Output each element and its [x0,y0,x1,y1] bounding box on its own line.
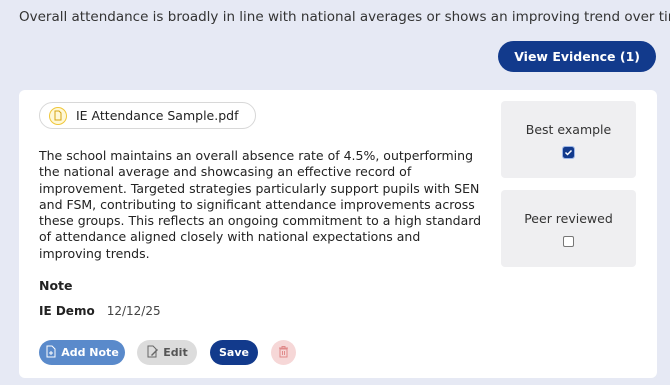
add-note-icon [45,345,57,361]
criterion-text: Overall attendance is broadly in line wi… [19,9,670,25]
evidence-card: IE Attendance Sample.pdf The school main… [19,90,657,378]
edit-label: Edit [163,346,188,359]
edit-button[interactable]: Edit [137,340,197,365]
best-example-checkbox[interactable] [562,146,575,159]
save-button[interactable]: Save [210,340,258,365]
peer-reviewed-panel: Peer reviewed [501,190,636,267]
document-icon [49,106,67,125]
note-meta: IE Demo 12/12/25 [39,304,161,318]
note-heading: Note [39,278,73,293]
add-note-label: Add Note [61,346,119,359]
best-example-label: Best example [525,122,612,137]
note-author: IE Demo [39,304,95,318]
evidence-summary: The school maintains an overall absence … [39,148,482,261]
delete-button[interactable] [271,340,296,365]
trash-icon [278,345,289,361]
file-name: IE Attendance Sample.pdf [76,108,239,123]
view-evidence-button[interactable]: View Evidence (1) [498,41,656,72]
peer-reviewed-label: Peer reviewed [524,211,613,226]
evidence-file-link[interactable]: IE Attendance Sample.pdf [39,102,256,129]
best-example-panel: Best example [501,101,636,178]
add-note-button[interactable]: Add Note [39,340,125,365]
peer-reviewed-checkbox[interactable] [563,236,574,247]
edit-icon [146,345,159,361]
note-date: 12/12/25 [106,304,161,318]
checkmark-icon [564,149,573,156]
